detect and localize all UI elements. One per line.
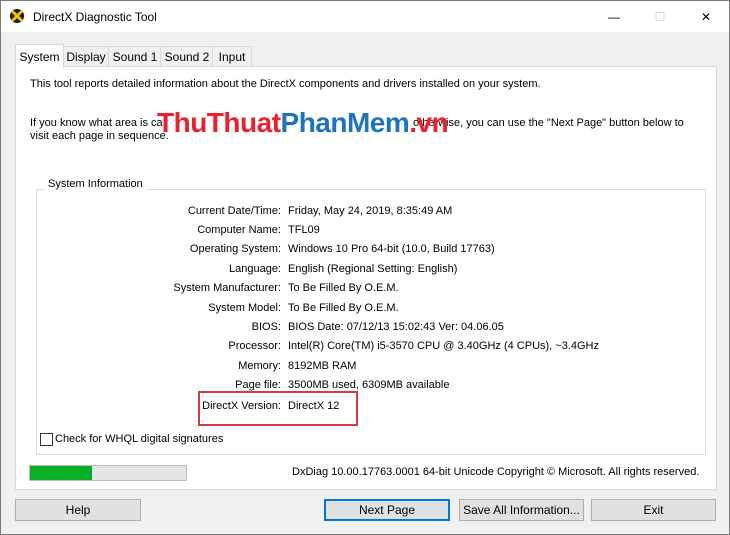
- progress-bar-fill: [30, 466, 93, 480]
- window-title: DirectX Diagnostic Tool: [33, 10, 157, 24]
- info-value: BIOS Date: 07/12/13 15:02:43 Ver: 04.06.…: [288, 321, 504, 333]
- tab-sound-2[interactable]: Sound 2: [160, 46, 214, 67]
- info-label: Page file:: [235, 379, 281, 391]
- directx-version-highlight: [198, 391, 358, 426]
- help-button[interactable]: Help: [15, 499, 141, 521]
- watermark-part-2: PhanMem: [280, 107, 410, 138]
- info-value: English (Regional Setting: English): [288, 263, 458, 275]
- save-all-information-button[interactable]: Save All Information...: [459, 499, 584, 521]
- whql-checkbox[interactable]: [40, 433, 53, 446]
- save-all-button-label: Save All Information...: [463, 503, 580, 517]
- maximize-icon: ☐: [654, 9, 666, 24]
- info-row-date-time: Current Date/Time: Friday, May 24, 2019,…: [16, 205, 716, 219]
- progress-bar: [29, 465, 187, 481]
- info-value: 8192MB RAM: [288, 360, 357, 372]
- tab-label: Sound 1: [112, 50, 158, 64]
- info-label: Processor:: [228, 340, 281, 352]
- info-row-system-manufacturer: System Manufacturer: To Be Filled By O.E…: [16, 282, 716, 296]
- watermark-part-1: ThuThuat: [157, 107, 281, 138]
- info-row-computer-name: Computer Name: TFL09: [16, 224, 716, 238]
- close-button[interactable]: ✕: [683, 1, 729, 32]
- info-row-processor: Processor: Intel(R) Core(TM) i5-3570 CPU…: [16, 340, 716, 354]
- dxdiag-window: DirectX Diagnostic Tool — ☐ ✕ System Dis…: [0, 0, 730, 535]
- intro-text-line-2-start: If you know what area is ca: [30, 117, 163, 129]
- next-page-button-label: Next Page: [358, 503, 416, 517]
- info-row-operating-system: Operating System: Windows 10 Pro 64-bit …: [16, 243, 716, 257]
- intro-text-line-1: This tool reports detailed information a…: [30, 78, 541, 90]
- intro-text-line-2-end: otherwise, you can use the "Next Page" b…: [413, 117, 684, 129]
- exit-button[interactable]: Exit: [591, 499, 716, 521]
- info-label: BIOS:: [251, 321, 281, 333]
- maximize-button[interactable]: ☐: [637, 1, 683, 32]
- info-row-page-file: Page file: 3500MB used, 6309MB available: [16, 379, 716, 393]
- info-label: System Model:: [208, 302, 281, 314]
- system-information-title: System Information: [44, 178, 147, 190]
- tab-display[interactable]: Display: [62, 46, 110, 67]
- next-page-button[interactable]: Next Page: [324, 499, 450, 521]
- info-row-bios: BIOS: BIOS Date: 07/12/13 15:02:43 Ver: …: [16, 321, 716, 335]
- info-value: TFL09: [288, 224, 320, 236]
- info-row-language: Language: English (Regional Setting: Eng…: [16, 263, 716, 277]
- info-row-directx-version: DirectX Version: DirectX 12: [16, 400, 716, 414]
- minimize-button[interactable]: —: [591, 1, 637, 32]
- info-value: Friday, May 24, 2019, 8:35:49 AM: [288, 205, 453, 217]
- intro-text-line-3: visit each page in sequence.: [30, 130, 169, 142]
- info-value: 3500MB used, 6309MB available: [288, 379, 450, 391]
- info-row-memory: Memory: 8192MB RAM: [16, 360, 716, 374]
- info-label: Computer Name:: [197, 224, 281, 236]
- tab-input[interactable]: Input: [212, 46, 252, 67]
- info-row-system-model: System Model: To Be Filled By O.E.M.: [16, 302, 716, 316]
- watermark: ThuThuatPhanMem.vn: [157, 107, 449, 139]
- tab-system[interactable]: System: [15, 44, 64, 68]
- dxdiag-version-text: DxDiag 10.00.17763.0001 64-bit Unicode C…: [292, 466, 700, 478]
- help-button-label: Help: [65, 503, 91, 517]
- info-label: System Manufacturer:: [173, 282, 281, 294]
- info-label: Operating System:: [189, 243, 281, 255]
- info-label: Current Date/Time:: [187, 205, 281, 217]
- info-value: To Be Filled By O.E.M.: [288, 282, 399, 294]
- info-label: Language:: [229, 263, 281, 275]
- info-label: Memory:: [238, 360, 281, 372]
- tab-label: System: [19, 49, 60, 64]
- exit-button-label: Exit: [643, 503, 664, 517]
- tab-label: Sound 2: [164, 50, 210, 64]
- tab-label: Input: [218, 50, 246, 64]
- close-icon: ✕: [700, 9, 712, 24]
- directx-icon: [9, 8, 25, 24]
- tab-sound-1[interactable]: Sound 1: [108, 46, 162, 67]
- info-value: Windows 10 Pro 64-bit (10.0, Build 17763…: [288, 243, 495, 255]
- tab-label: Display: [66, 50, 106, 64]
- system-tab-panel: This tool reports detailed information a…: [15, 66, 717, 490]
- title-bar[interactable]: DirectX Diagnostic Tool — ☐ ✕: [1, 1, 729, 32]
- watermark-part-3: .vn: [409, 107, 449, 138]
- whql-checkbox-label[interactable]: Check for WHQL digital signatures: [55, 433, 223, 445]
- info-value: To Be Filled By O.E.M.: [288, 302, 399, 314]
- minimize-icon: —: [608, 9, 620, 24]
- info-value: Intel(R) Core(TM) i5-3570 CPU @ 3.40GHz …: [288, 340, 599, 352]
